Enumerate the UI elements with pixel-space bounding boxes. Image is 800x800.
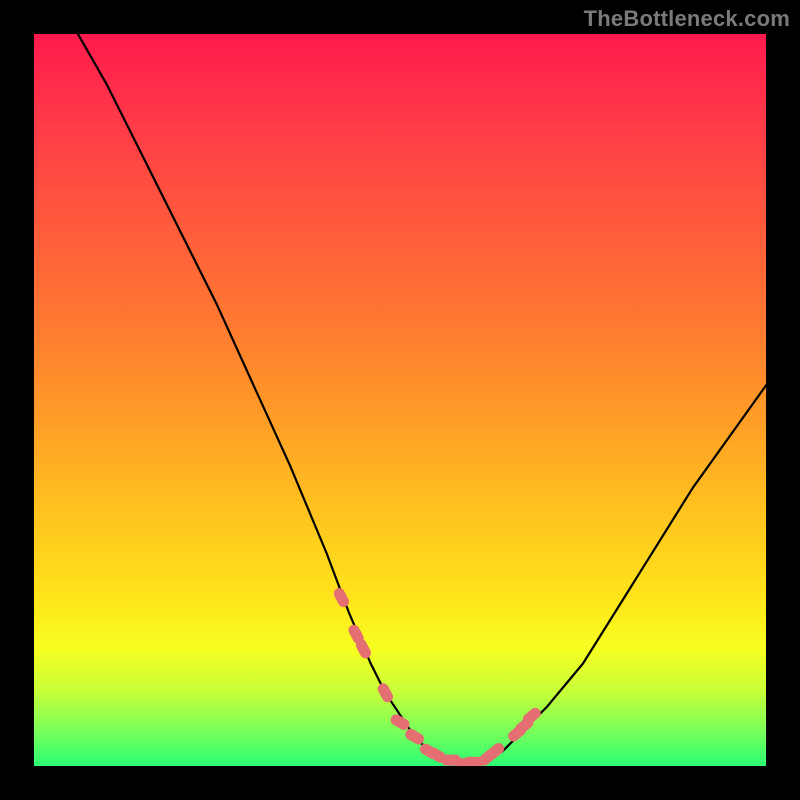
marker	[376, 681, 395, 704]
bottleneck-curve	[78, 34, 766, 766]
watermark-text: TheBottleneck.com	[584, 6, 790, 32]
highlighted-points	[332, 586, 543, 766]
plot-area	[34, 34, 766, 766]
curve-svg	[34, 34, 766, 766]
marker	[332, 586, 351, 609]
chart-stage: TheBottleneck.com	[0, 0, 800, 800]
